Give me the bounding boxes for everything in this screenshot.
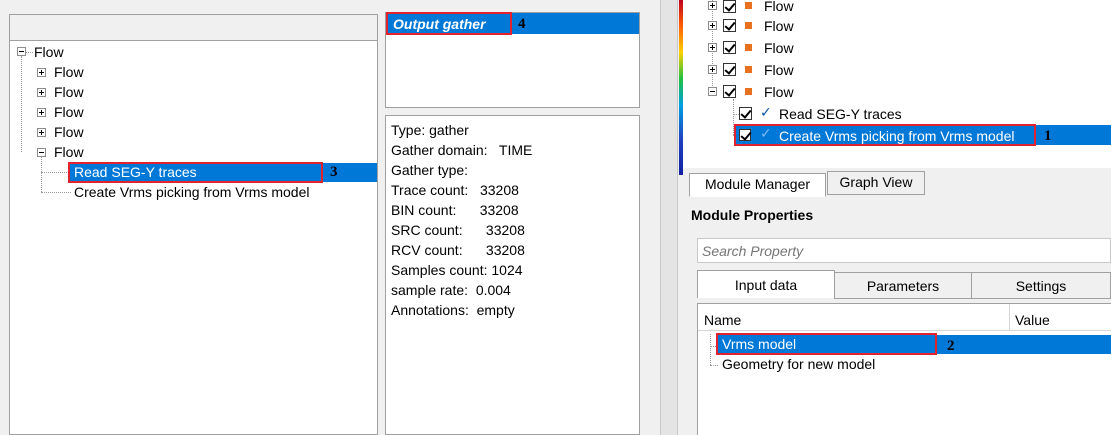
flow-collapse-toggle[interactable] [708, 87, 717, 96]
right-tree-flow-item[interactable]: Flow [764, 61, 794, 79]
module-properties-title: Module Properties [691, 207, 814, 223]
marker-1: 1 [1044, 128, 1052, 144]
highlight-box-2 [716, 333, 937, 355]
tab-settings[interactable]: Settings [971, 272, 1111, 299]
highlight-box-1 [734, 124, 1036, 146]
column-divider[interactable] [1009, 304, 1010, 331]
column-header-name[interactable]: Name [704, 311, 741, 329]
tree-flow-item[interactable]: Flow [54, 123, 84, 141]
info-gather-type: Gather type: [391, 162, 469, 178]
flow-collapse-toggle[interactable] [37, 148, 46, 157]
info-type: Type: gather [391, 122, 469, 138]
flow-expand-toggle[interactable] [37, 88, 46, 97]
highlight-box-3 [68, 162, 323, 183]
flow-checkbox[interactable] [723, 41, 736, 54]
flow-node-icon [745, 22, 752, 29]
splitter-bar[interactable] [660, 0, 678, 435]
info-rcv-count: RCV count: 33208 [391, 242, 525, 258]
tree-flow-item[interactable]: Flow [54, 143, 84, 161]
info-trace-count: Trace count: 33208 [391, 182, 519, 198]
flow-expand-toggle[interactable] [708, 1, 717, 10]
tab-module-manager[interactable]: Module Manager [689, 173, 826, 197]
right-tree-flow-item[interactable]: Flow [764, 39, 794, 57]
flow-expand-toggle[interactable] [708, 21, 717, 30]
marker-4: 4 [518, 16, 526, 32]
right-tree-flow-item[interactable]: Flow [764, 0, 794, 15]
tab-parameters[interactable]: Parameters [834, 272, 972, 299]
property-geometry[interactable]: Geometry for new model [722, 355, 875, 373]
left-panel-header [10, 15, 377, 41]
right-tree-module-read-segy[interactable]: Read SEG-Y traces [779, 105, 902, 123]
flow-checkbox[interactable] [723, 19, 736, 32]
flow-expand-toggle[interactable] [708, 43, 717, 52]
tree-module-create-vrms[interactable]: Create Vrms picking from Vrms model [74, 183, 309, 201]
tree-flow-item[interactable]: Flow [54, 83, 84, 101]
root-collapse-toggle[interactable] [17, 47, 26, 56]
module-checkbox[interactable] [739, 107, 752, 120]
flow-node-icon [745, 2, 752, 9]
info-bin-count: BIN count: 33208 [391, 202, 519, 218]
tree-root-flow[interactable]: Flow [34, 43, 64, 61]
column-header-value[interactable]: Value [1015, 311, 1050, 329]
info-sample-rate: sample rate: 0.004 [391, 282, 511, 298]
info-gather-domain: Gather domain: TIME [391, 142, 533, 158]
flow-expand-toggle[interactable] [37, 128, 46, 137]
tab-input-data[interactable]: Input data [697, 270, 835, 298]
tree-flow-item[interactable]: Flow [54, 63, 84, 81]
check-mark-icon: ✓ [760, 104, 772, 120]
marker-3: 3 [330, 164, 338, 180]
tab-graph-view[interactable]: Graph View [827, 171, 925, 195]
flow-expand-toggle[interactable] [37, 108, 46, 117]
flow-node-icon [745, 44, 752, 51]
flow-node-icon [745, 66, 752, 73]
search-property-input[interactable] [697, 238, 1111, 263]
flow-checkbox[interactable] [723, 63, 736, 76]
flow-node-icon [745, 88, 752, 95]
info-src-count: SRC count: 33208 [391, 222, 525, 238]
info-annotations: Annotations: empty [391, 302, 515, 318]
highlight-box-4 [386, 12, 512, 35]
info-samples-count: Samples count: 1024 [391, 262, 523, 278]
right-tree-flow-item[interactable]: Flow [764, 83, 794, 101]
flow-checkbox[interactable] [723, 85, 736, 98]
tree-flow-item[interactable]: Flow [54, 103, 84, 121]
marker-2: 2 [947, 338, 955, 354]
flow-checkbox[interactable] [723, 0, 736, 13]
flow-expand-toggle[interactable] [37, 68, 46, 77]
right-tree-flow-item[interactable]: Flow [764, 17, 794, 35]
flow-expand-toggle[interactable] [708, 65, 717, 74]
